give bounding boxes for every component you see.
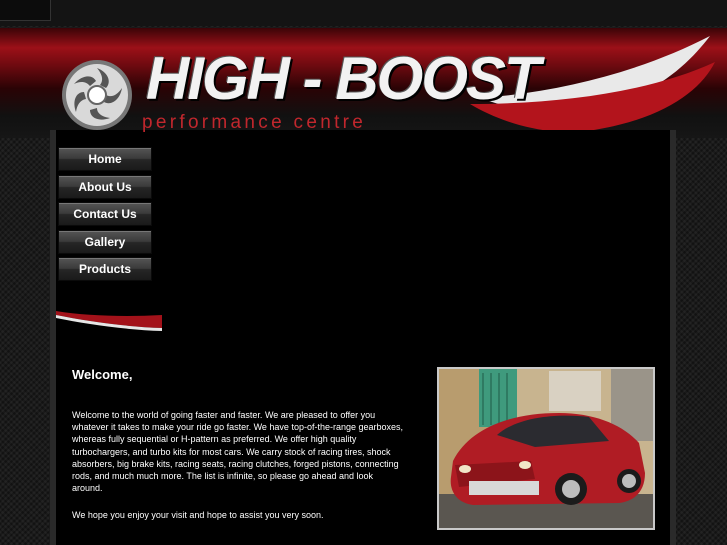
sidebar-swoosh-divider	[56, 311, 162, 331]
nav-contact-us-button[interactable]: Contact Us	[58, 202, 152, 226]
sidebar-nav: Home About Us Contact Us Gallery Product…	[58, 147, 152, 285]
car-photo	[437, 367, 655, 530]
welcome-closing-text: We hope you enjoy your visit and hope to…	[72, 510, 324, 520]
car-photo-illustration	[439, 369, 653, 528]
logo-tagline: performance centre	[142, 112, 367, 133]
turbo-icon	[62, 60, 132, 130]
logo-title: HIGH - BOOST	[146, 45, 541, 112]
welcome-paragraph: Welcome to the world of going faster and…	[72, 410, 404, 494]
nav-gallery-button[interactable]: Gallery	[58, 229, 152, 254]
nav-home-button[interactable]: Home	[58, 147, 152, 171]
welcome-heading: Welcome,	[72, 367, 133, 382]
nav-products-button[interactable]: Products	[58, 257, 152, 281]
nav-about-us-button[interactable]: About Us	[58, 174, 152, 199]
